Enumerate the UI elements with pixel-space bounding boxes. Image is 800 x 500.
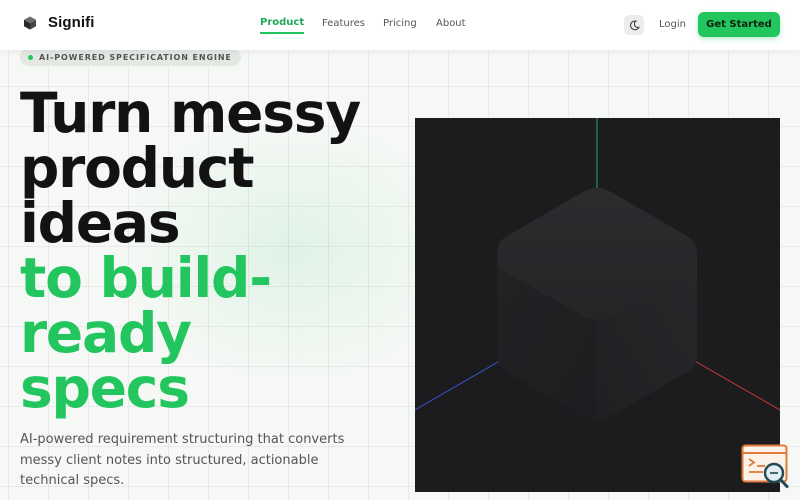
3d-viewport-canvas[interactable] [415, 118, 780, 492]
search-code-widget[interactable] [741, 444, 791, 490]
cube-icon [24, 16, 36, 30]
nav-link-pricing[interactable]: Pricing [383, 18, 417, 29]
status-dot-icon [28, 54, 33, 60]
hero-badge: AI-POWERED SPECIFICATION ENGINE [20, 48, 241, 66]
nav-link-about[interactable]: About [436, 18, 466, 29]
get-started-button[interactable]: Get Started [698, 12, 780, 37]
nav-link-label: Product [260, 17, 305, 28]
theme-toggle-button[interactable] [624, 15, 644, 35]
hero-subtitle: AI-powered requirement structuring that … [20, 432, 345, 488]
headline-line: product [20, 136, 255, 200]
3d-scene [415, 118, 780, 420]
login-link[interactable]: Login [659, 19, 686, 30]
brand-logo[interactable]: Signifi [22, 14, 95, 31]
brand-name: Signifi [48, 14, 95, 31]
search-code-icon [741, 444, 789, 488]
hero-badge-text: AI-POWERED SPECIFICATION ENGINE [39, 52, 232, 62]
nav-link-product[interactable]: Product [260, 17, 305, 34]
top-navbar: Signifi Product Features Pricing About L… [0, 0, 800, 50]
headline-line-accent: specs [20, 356, 190, 420]
headline-line-accent: to build- [20, 246, 272, 310]
active-nav-indicator [260, 32, 305, 34]
headline-line: ideas [20, 191, 181, 255]
nav-link-features[interactable]: Features [322, 18, 365, 29]
headline-line: Turn messy [20, 81, 361, 145]
moon-icon [629, 20, 640, 30]
3d-cube [497, 188, 697, 420]
headline-line-accent: ready [20, 301, 192, 365]
hero-headline: Turn messy product ideas to build- ready… [20, 81, 361, 420]
